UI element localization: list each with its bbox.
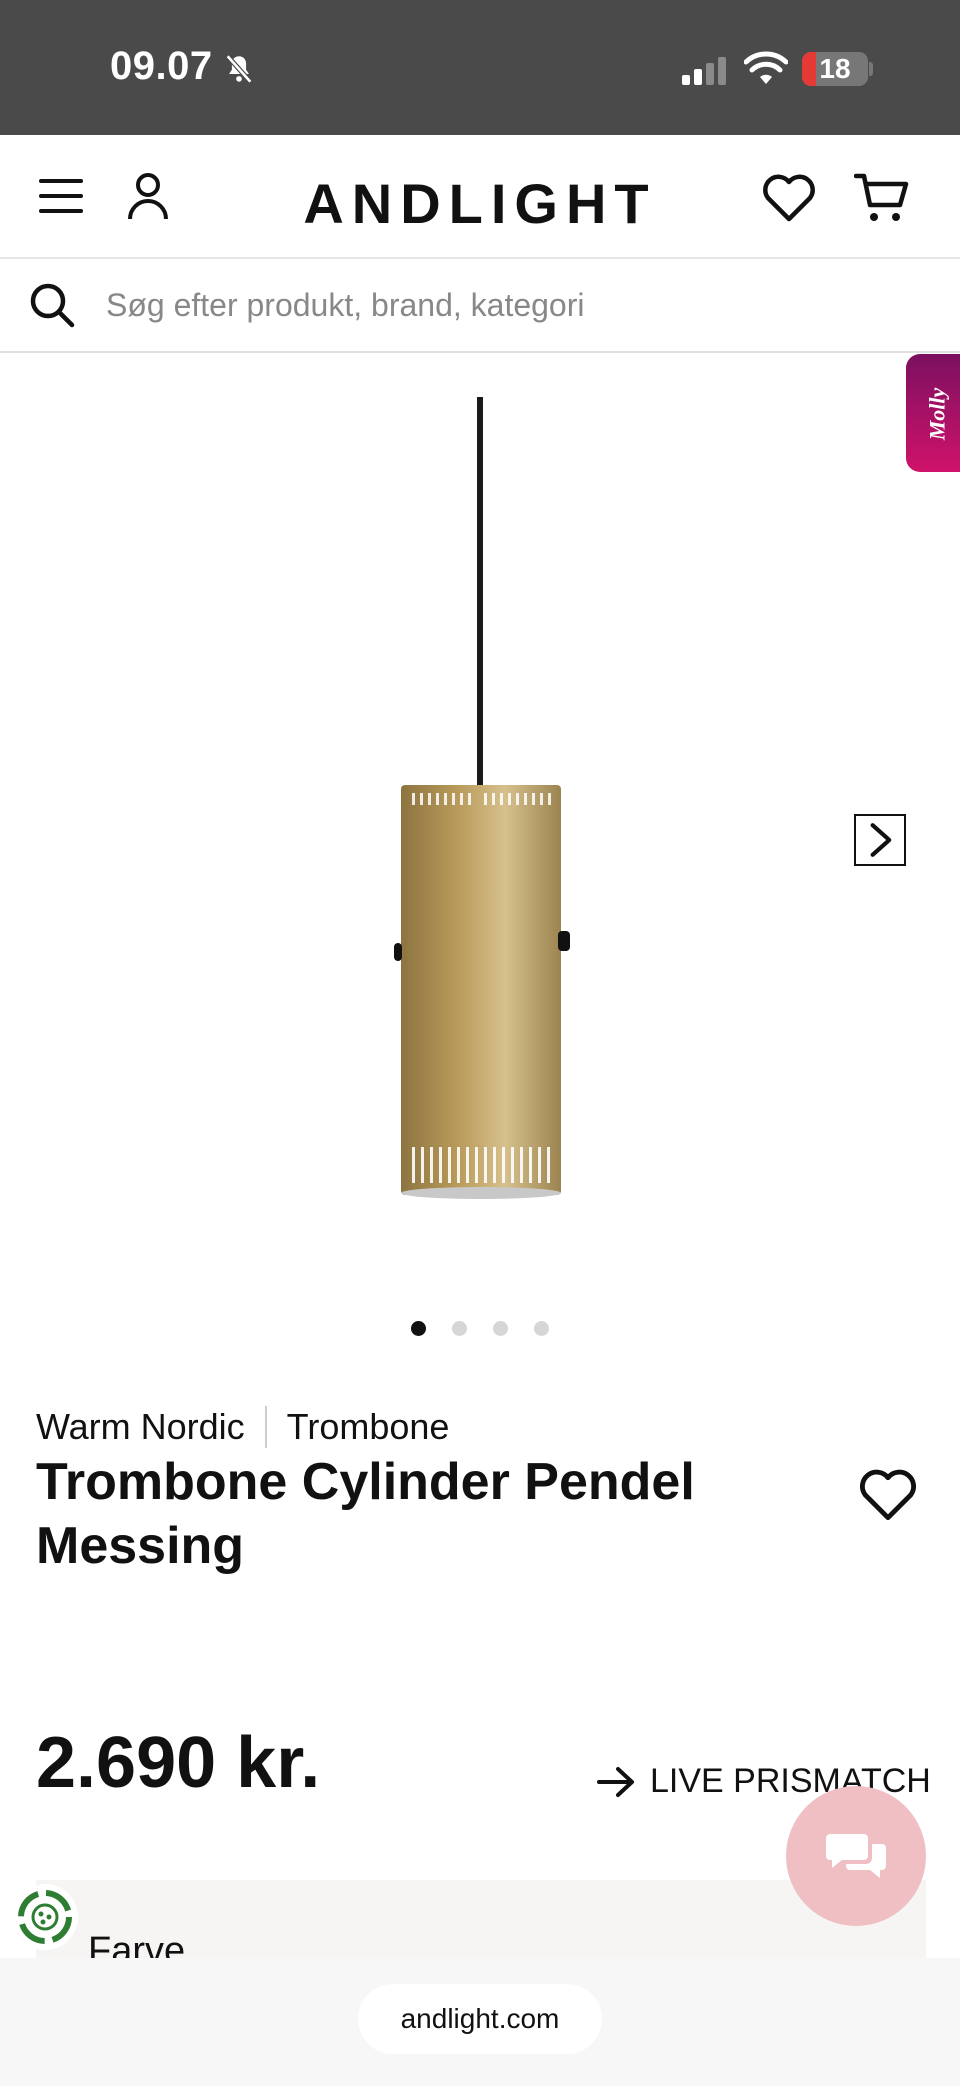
status-time: 09.07	[110, 44, 213, 88]
brand-breadcrumb: Warm Nordic Trombone	[36, 1406, 449, 1448]
eco-recycle-badge-icon[interactable]	[12, 1884, 78, 1950]
chat-button[interactable]	[786, 1786, 926, 1926]
product-price: 2.690 kr.	[36, 1723, 321, 1803]
chat-bubbles-icon	[826, 1834, 886, 1878]
pagination-dot[interactable]	[534, 1321, 549, 1336]
search-icon[interactable]	[28, 281, 76, 329]
bell-muted-icon	[225, 54, 253, 84]
battery-indicator: 18	[802, 52, 868, 86]
color-option-label: Farve	[88, 1930, 186, 1960]
browser-url-bar[interactable]: andlight.com	[358, 1984, 602, 2054]
wishlist-heart-icon[interactable]	[762, 173, 816, 223]
arrow-right-icon	[597, 1766, 634, 1797]
image-pagination-dots	[0, 1321, 960, 1336]
search-input[interactable]	[104, 279, 928, 331]
pagination-dot[interactable]	[452, 1321, 467, 1336]
brand-separator	[264, 1406, 267, 1448]
cart-icon[interactable]	[854, 171, 910, 225]
pagination-dot[interactable]	[493, 1321, 508, 1336]
next-image-arrow-icon[interactable]	[854, 814, 906, 866]
status-bar: 09.07 18	[0, 0, 960, 135]
wifi-icon	[744, 51, 788, 84]
site-header: ANDLIGHT	[0, 135, 960, 259]
color-option-panel[interactable]: Farve	[36, 1880, 926, 1960]
add-to-wishlist-heart-icon[interactable]	[858, 1468, 918, 1522]
brand-link[interactable]: Warm Nordic	[36, 1406, 245, 1448]
search-bar	[0, 259, 960, 353]
molly-tab-label: Molly	[924, 387, 949, 441]
product-image-pendant-lamp[interactable]	[380, 395, 580, 1205]
product-title: Trombone Cylinder Pendel Messing	[36, 1453, 695, 1575]
cellular-signal-icon	[682, 57, 726, 85]
series-link[interactable]: Trombone	[287, 1406, 450, 1448]
browser-bottom-bar: andlight.com	[0, 1958, 960, 2086]
battery-level: 18	[819, 53, 851, 84]
pagination-dot[interactable]	[411, 1321, 426, 1336]
site-logo[interactable]: ANDLIGHT	[0, 171, 960, 236]
